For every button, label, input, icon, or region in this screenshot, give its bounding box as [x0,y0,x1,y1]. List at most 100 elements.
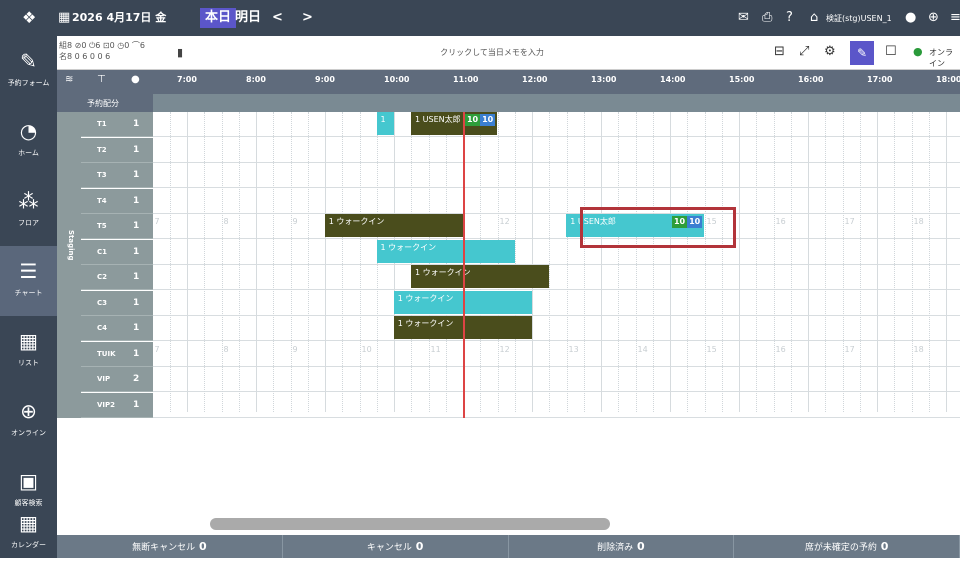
row-label[interactable]: T1 1 [81,112,153,137]
account-label[interactable]: 検証(stg)USEN_1 [826,11,892,27]
help-icon[interactable]: ? [786,9,793,27]
table-capacity: 1 [133,323,140,333]
row-label[interactable]: T4 1 [81,188,153,214]
row-label[interactable]: T5 1 [81,214,153,239]
row-label[interactable]: C2 1 [81,265,153,290]
grid-line [894,112,896,412]
grid-line [687,112,689,412]
row-label[interactable]: T3 1 [81,163,153,188]
reservation-bar[interactable]: 1 USEN太郎 10 10 [411,112,498,135]
reservation-stats: 組8 ⊘0 ⏻6 ⊡0 ◷0 ⌒6 名8 0 6 0 0 6 [59,40,145,62]
print-icon[interactable]: ⎙ [762,9,772,27]
grid-hour-number: 16 [775,217,786,226]
grid-hour-number: 8 [223,217,229,226]
app-logo-icon[interactable]: ❖ [22,9,36,27]
grid-line [808,112,809,412]
person-icon[interactable]: ● [131,74,140,85]
grid-line [290,112,292,412]
reservation-badge: 10 [464,114,481,126]
row-label[interactable]: C1 1 [81,239,153,265]
sidebar-item-label: カレンダー [11,541,46,549]
status-cell[interactable]: 削除済み 0 [509,535,735,558]
sidebar-item-2[interactable]: ⁂ フロア [0,176,57,246]
grid-line [859,112,861,412]
online-label[interactable]: オンライン [929,47,960,69]
hour-tick: 10:00 [384,75,410,84]
settings-gear-icon[interactable]: ⚙ [824,44,836,59]
grid-hour-number: 17 [844,217,855,226]
mail-icon[interactable]: ✉ [738,9,749,27]
next-day-button[interactable]: > [302,10,313,26]
status-count: 0 [633,540,645,553]
row-label[interactable]: T2 1 [81,137,153,163]
sidebar-item-3[interactable]: ☰ チャート [0,246,57,316]
table-capacity: 1 [133,399,140,410]
status-bar: 無断キャンセル 0 キャンセル 0 削除済み 0 席が未確定の予約 0 [57,535,960,558]
grid-line [204,112,206,412]
sidebar-item-5[interactable]: ⊕ オンライン [0,386,57,456]
grid-line [877,112,878,412]
row-label[interactable]: C4 1 [81,316,153,341]
calendar-icon: ▦ [19,511,38,535]
chart-left-header: ≋ ⊤ ● 予約配分 [57,70,153,112]
row-label[interactable]: VIP2 1 [81,392,153,418]
reservation-text: 1 USEN太郎 [415,115,461,124]
user-icon[interactable]: ● [905,9,916,27]
reservation-text: 1 ウォークイン [397,293,454,303]
grid-line [739,112,740,412]
edit-mode-icon[interactable]: ✎ [850,41,874,65]
prev-day-button[interactable]: < [272,10,283,26]
expand-icon[interactable]: ⤢ [799,44,809,59]
grid-line [946,112,947,412]
grid-line [773,112,775,412]
hour-tick: 18:00 [936,75,960,84]
today-button[interactable]: 本日 [200,8,237,28]
status-cell[interactable]: 無断キャンセル 0 [57,535,283,558]
tomorrow-button[interactable]: 明日 [235,10,261,26]
table-name: T3 [97,171,107,179]
hour-tick: 12:00 [522,75,548,84]
sidebar-item-1[interactable]: ◔ ホーム [0,106,57,176]
grid-line [652,112,654,412]
date-label[interactable]: 2026 4月17日 金 [72,10,166,26]
reservation-bar[interactable]: 1 [376,112,394,135]
grid-line [704,112,706,412]
grid-hour-number: 8 [223,344,229,354]
checkbox-icon[interactable]: ☐ [885,44,897,59]
row-label[interactable]: VIP 2 [81,367,153,392]
reservation-bar[interactable]: 1 ウォークイン [411,265,549,288]
menu-icon[interactable]: ≡ [950,9,960,27]
hour-tick: 11:00 [453,75,479,84]
stats-row-people: 名8 0 6 0 0 6 [59,52,111,61]
table-capacity: 1 [133,170,140,180]
table-capacity: 1 [133,348,140,359]
row-label[interactable]: C3 1 [81,290,153,316]
grid-line [670,112,671,412]
language-globe-icon[interactable]: ⊕ [928,9,939,27]
row-label[interactable]: TUIK 1 [81,341,153,367]
table-capacity: 1 [133,119,140,129]
hour-tick: 9:00 [315,75,335,84]
table-name: C3 [97,298,108,307]
status-cell[interactable]: 席が未確定の予約 0 [734,535,960,558]
status-label: 削除済み [597,543,634,553]
horizontal-scrollbar[interactable] [210,518,610,530]
reservation-bar[interactable]: 1 ウォークイン [376,239,515,263]
status-cell[interactable]: キャンセル 0 [283,535,509,558]
grid-hour-number: 18 [913,217,924,226]
toolbar: 組8 ⊘0 ⏻6 ⊡0 ◷0 ⌒6 名8 0 6 0 0 6 ▮ クリックして当… [57,36,960,70]
layers-icon[interactable]: ≋ [65,74,73,85]
grid-hour-number: 11 [430,344,441,354]
sidebar-item-4[interactable]: ▦ リスト [0,316,57,386]
grid-line [221,112,223,412]
table-name: T5 [97,222,107,230]
sidebar-item-0[interactable]: ✎ 予約フォーム [0,36,57,106]
floor-shapes-icon: ⁂ [18,189,39,213]
display-icon[interactable]: ⊟ [774,44,785,59]
time-subheader [153,94,960,112]
day-memo-input[interactable]: クリックして当日メモを入力 [307,47,677,58]
reservation-bar[interactable]: 1 ウォークイン [324,214,463,237]
reservation-text: 1 ウォークイン [328,217,385,226]
table-icon[interactable]: ⊤ [97,74,106,85]
grid-hour-number: 12 [499,217,510,226]
